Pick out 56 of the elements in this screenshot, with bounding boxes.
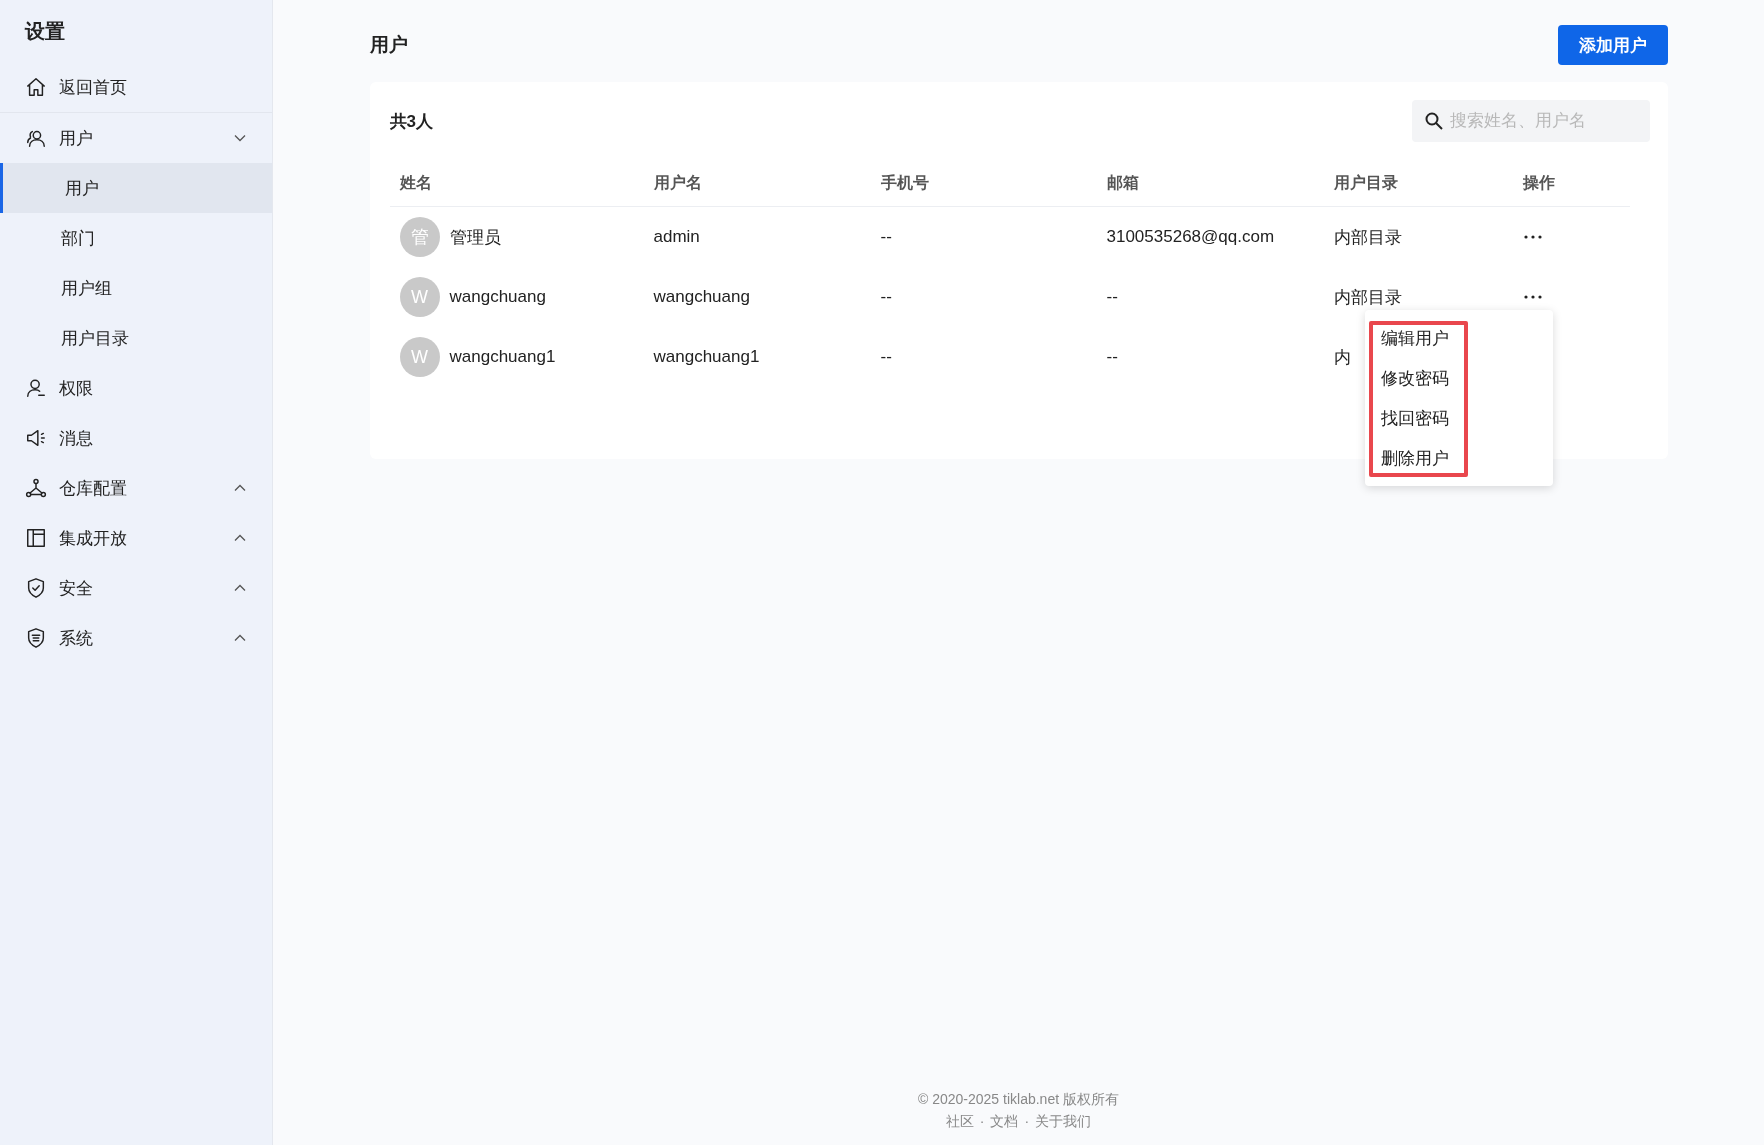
footer-link[interactable]: 关于我们	[1035, 1113, 1092, 1131]
add-user-button[interactable]: 添加用户	[1557, 25, 1668, 65]
sidebar-item[interactable]: 消息	[0, 413, 272, 463]
sidebar-group[interactable]: 仓库配置	[0, 463, 272, 513]
sidebar-subitem[interactable]: 用户目录	[0, 313, 272, 363]
sidebar-title: 设置	[23, 19, 66, 44]
table-cell: --	[880, 227, 892, 247]
sidebar-subitem[interactable]: 部门	[0, 213, 272, 263]
table-cell-text: 内	[1333, 346, 1351, 369]
shield-check-icon	[25, 577, 47, 599]
search-field[interactable]: 搜索姓名、用户名	[1411, 100, 1650, 142]
more-icon[interactable]	[1522, 294, 1543, 300]
table-cell: wangchuang1	[449, 347, 556, 367]
table-cell: admin	[653, 227, 700, 247]
column-header: 操作	[1512, 160, 1630, 207]
table-cell-text: 内部目录	[1333, 286, 1402, 309]
table-cell: --	[1106, 347, 1118, 367]
column-header: 用户目录	[1323, 160, 1513, 207]
table-cell: 3100535268@qq.com	[1106, 227, 1275, 247]
menu-item[interactable]: 编辑用户	[1364, 318, 1449, 358]
more-icon[interactable]	[1522, 234, 1543, 240]
footer-link[interactable]: 文档	[990, 1113, 1019, 1131]
table-cell: --	[1106, 287, 1118, 307]
total-count: 共3人	[389, 110, 433, 133]
table-cell: wangchuang1	[653, 347, 760, 367]
nodes-icon	[25, 477, 47, 499]
layout-icon	[25, 527, 47, 549]
speaker-icon	[25, 427, 47, 449]
column-header: 邮箱	[1096, 160, 1324, 207]
page-title: 用户	[369, 33, 408, 57]
column-header: 姓名	[389, 160, 644, 207]
table-cell: --	[880, 287, 892, 307]
separator-dot: ·	[979, 1113, 985, 1131]
footer-link[interactable]: 社区	[945, 1113, 974, 1131]
table-cell-text: 管理员	[449, 226, 501, 249]
menu-item[interactable]: 找回密码	[1364, 398, 1449, 438]
sidebar-group[interactable]: 系统	[0, 613, 272, 663]
home-icon	[25, 76, 47, 98]
user-icon	[25, 377, 47, 399]
sidebar-subitem[interactable]: 用户	[0, 163, 272, 213]
column-header: 用户名	[643, 160, 871, 207]
column-header: 手机号	[870, 160, 1097, 207]
shield-badge-icon	[25, 627, 47, 649]
sidebar-group[interactable]: 用户	[0, 113, 272, 163]
sidebar-group[interactable]: 安全	[0, 563, 272, 613]
table-cell: wangchuang	[653, 287, 750, 307]
sidebar-group[interactable]: 集成开放	[0, 513, 272, 563]
menu-item[interactable]: 删除用户	[1364, 438, 1449, 478]
table-cell: wangchuang	[449, 287, 546, 307]
table-cell-text: 内部目录	[1333, 226, 1402, 249]
copyright-text: © 2020-2025 tiklab.net 版权所有	[918, 1091, 1119, 1109]
menu-item[interactable]: 修改密码	[1364, 358, 1449, 398]
sidebar-subitem[interactable]: 用户组	[0, 263, 272, 313]
separator-dot: ·	[1024, 1113, 1030, 1131]
sidebar-item[interactable]: 权限	[0, 363, 272, 413]
table-cell: --	[880, 347, 892, 367]
